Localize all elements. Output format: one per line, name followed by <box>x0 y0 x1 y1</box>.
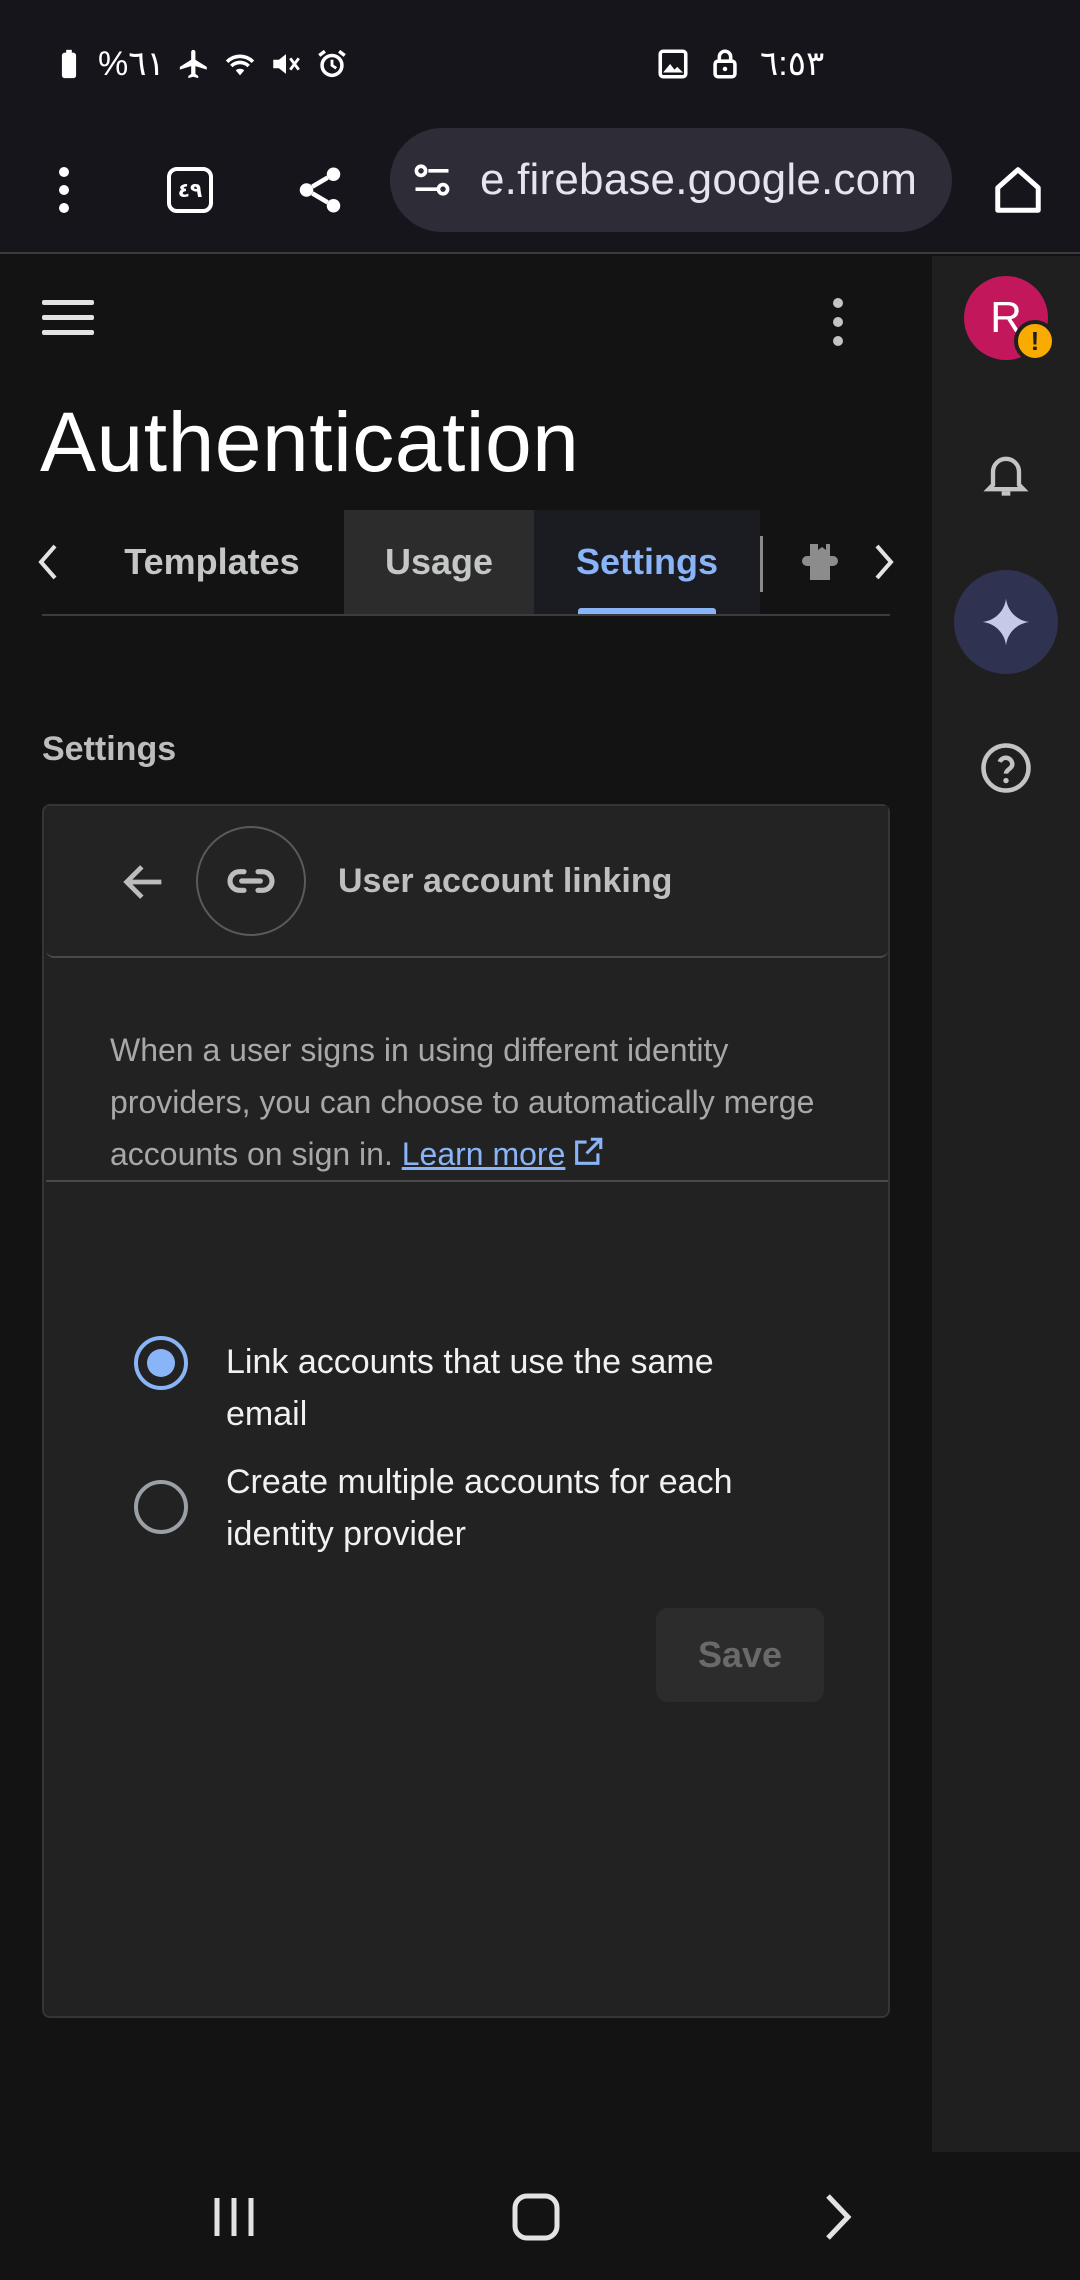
gemini-icon <box>982 598 1030 646</box>
card-divider <box>46 1180 888 1182</box>
tab-label: Settings <box>575 541 718 582</box>
home-icon <box>995 167 1041 213</box>
learn-more-text: Learn more <box>401 1136 566 1172</box>
more-options-icon[interactable] <box>822 292 854 352</box>
browser-toolbar: ٤٩ e.firebase.google.com <box>0 128 1080 254</box>
share-button[interactable] <box>280 150 360 230</box>
notifications-icon[interactable] <box>972 440 1040 508</box>
menu-dots-button[interactable] <box>24 150 104 230</box>
address-bar[interactable]: e.firebase.google.com <box>390 128 952 232</box>
back-arrow-icon[interactable] <box>118 856 170 908</box>
tab-switcher-button[interactable]: ٤٩ <box>150 150 230 230</box>
card-description: When a user signs in using different ide… <box>110 1024 830 1180</box>
status-left: %٦١ <box>52 44 349 84</box>
airplane-icon <box>179 49 207 79</box>
account-linking-card: User account linking When a user signs i… <box>42 804 890 2018</box>
tab-label: Usage <box>384 541 494 582</box>
radio-label: Link accounts that use the same email <box>226 1343 714 1433</box>
status-right: ٦:٥٣ <box>656 44 824 84</box>
battery-icon <box>61 49 77 79</box>
tabs-baseline <box>42 614 890 616</box>
card-header: User account linking <box>46 806 888 958</box>
radio-button-selected[interactable] <box>134 1336 188 1390</box>
tab-templates[interactable]: Templates <box>100 510 324 614</box>
section-label: Settings <box>42 730 177 768</box>
help-icon[interactable] <box>972 734 1040 802</box>
radio-label: Create multiple accounts for each identi… <box>226 1463 733 1553</box>
site-settings-icon[interactable] <box>410 158 454 202</box>
home-button[interactable] <box>978 150 1058 230</box>
hamburger-menu-icon[interactable] <box>42 300 94 340</box>
main-content: Authentication Templates Usage Settings … <box>0 256 932 2152</box>
gemini-button[interactable] <box>954 570 1058 674</box>
system-nav-bar <box>0 2152 1080 2280</box>
share-icon <box>299 167 341 213</box>
lock-icon <box>713 49 737 79</box>
tab-count: ٤٩ <box>177 179 203 202</box>
battery-text: %٦١ <box>98 45 165 83</box>
menu-dots-icon <box>59 167 69 213</box>
alarm-icon <box>317 49 346 78</box>
tab-settings[interactable]: Settings <box>534 510 760 614</box>
radio-button[interactable] <box>134 1480 188 1534</box>
home-button-icon[interactable] <box>496 2182 576 2252</box>
radio-option-multiple-accounts[interactable]: Create multiple accounts for each identi… <box>134 1456 786 1560</box>
warning-badge-icon: ! <box>1014 320 1056 362</box>
warning-badge-text: ! <box>1030 325 1040 356</box>
clock: ٦:٥٣ <box>760 45 825 83</box>
tab-divider <box>760 536 763 592</box>
radio-option-link-same-email[interactable]: Link accounts that use the same email <box>134 1336 786 1440</box>
tab-label: Templates <box>124 541 300 582</box>
tab-usage[interactable]: Usage <box>344 510 534 614</box>
extensions-tab-icon[interactable] <box>796 538 844 586</box>
learn-more-link[interactable]: Learn more <box>402 1136 566 1172</box>
tabs-scroll-left-icon[interactable] <box>26 538 70 586</box>
external-link-icon <box>575 1137 603 1165</box>
card-title: User account linking <box>338 862 673 900</box>
tab-switcher-icon: ٤٩ <box>167 167 213 213</box>
tab-bar: Templates Usage Settings <box>0 510 932 614</box>
status-bar: %٦١ ٦:٥٣ <box>0 0 1080 128</box>
gallery-icon <box>658 49 688 79</box>
back-icon[interactable] <box>798 2182 878 2252</box>
url-text: e.firebase.google.com <box>480 155 918 204</box>
mute-icon <box>273 54 300 74</box>
tabs-scroll-right-icon[interactable] <box>862 538 906 586</box>
link-icon <box>196 826 306 936</box>
save-button[interactable]: Save <box>656 1608 824 1702</box>
right-rail: R ! <box>932 256 1080 2152</box>
wifi-icon <box>225 54 254 76</box>
page-title: Authentication <box>40 395 580 489</box>
recents-icon[interactable] <box>194 2182 274 2252</box>
